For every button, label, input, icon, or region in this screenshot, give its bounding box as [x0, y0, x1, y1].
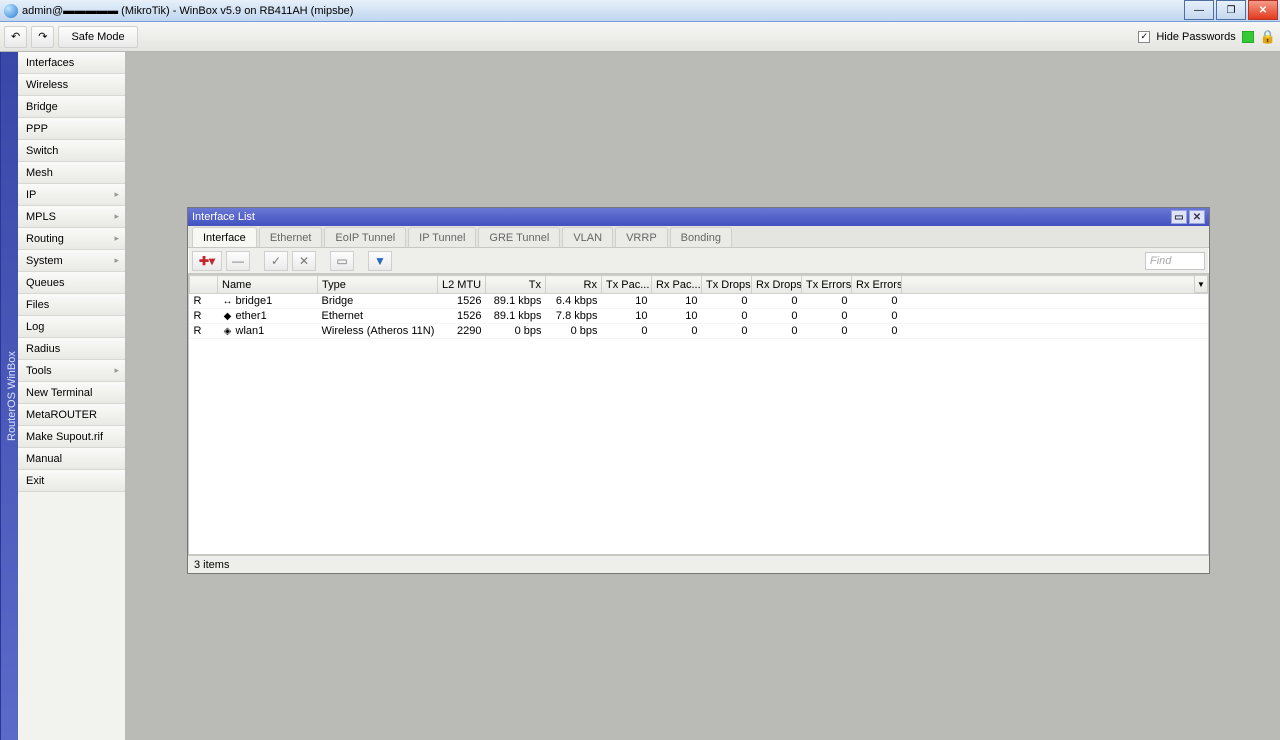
- sidebar-item-log[interactable]: Log: [18, 316, 125, 338]
- inner-window-title: Interface List: [192, 211, 255, 223]
- interface-list-window: Interface List ▭ ✕ InterfaceEthernetEoIP…: [187, 207, 1210, 574]
- sidebar-item-metarouter[interactable]: MetaROUTER: [18, 404, 125, 426]
- sidebar-item-switch[interactable]: Switch: [18, 140, 125, 162]
- column-header[interactable]: Name: [218, 276, 318, 294]
- column-header[interactable]: Tx Errors: [802, 276, 852, 294]
- column-header[interactable]: Type: [318, 276, 438, 294]
- sidebar-item-new-terminal[interactable]: New Terminal: [18, 382, 125, 404]
- sidebar-item-files[interactable]: Files: [18, 294, 125, 316]
- tab-ethernet[interactable]: Ethernet: [259, 227, 323, 247]
- lock-icon: 🔒: [1260, 29, 1276, 45]
- window-title: admin@▬▬▬▬▬ (MikroTik) - WinBox v5.9 on …: [22, 5, 353, 17]
- sidebar-item-queues[interactable]: Queues: [18, 272, 125, 294]
- status-text: 3 items: [194, 559, 229, 571]
- comment-button[interactable]: ▭: [330, 251, 354, 271]
- column-header[interactable]: Tx Pac...: [602, 276, 652, 294]
- tab-vrrp[interactable]: VRRP: [615, 227, 668, 247]
- tab-vlan[interactable]: VLAN: [562, 227, 613, 247]
- safe-mode-button[interactable]: Safe Mode: [58, 26, 137, 48]
- column-header[interactable]: Rx Drops: [752, 276, 802, 294]
- sidebar-item-system[interactable]: System▸: [18, 250, 125, 272]
- submenu-arrow-icon: ▸: [114, 365, 119, 376]
- inner-close-button[interactable]: ✕: [1189, 210, 1205, 224]
- sidebar-item-radius[interactable]: Radius: [18, 338, 125, 360]
- hide-passwords-label: Hide Passwords: [1156, 31, 1235, 43]
- table-row[interactable]: R↔bridge1Bridge152689.1 kbps6.4 kbps1010…: [190, 294, 1208, 309]
- hide-passwords-checkbox[interactable]: ✓: [1138, 31, 1150, 43]
- undo-icon: ↶: [11, 30, 20, 43]
- sidebar-item-bridge[interactable]: Bridge: [18, 96, 125, 118]
- tab-interface[interactable]: Interface: [192, 227, 257, 247]
- os-minimize-button[interactable]: —: [1184, 0, 1214, 20]
- app-toolbar: ↶ ↷ Safe Mode ✓ Hide Passwords 🔒: [0, 22, 1280, 52]
- sidebar-item-ppp[interactable]: PPP: [18, 118, 125, 140]
- columns-dropdown-button[interactable]: ▼: [1194, 275, 1208, 293]
- column-header[interactable]: L2 MTU: [438, 276, 486, 294]
- os-restore-button[interactable]: ❐: [1216, 0, 1246, 20]
- interfaces-table: NameTypeL2 MTUTxRxTx Pac...Rx Pac...Tx D…: [189, 275, 1208, 339]
- table-row[interactable]: R◆ether1Ethernet152689.1 kbps7.8 kbps101…: [190, 309, 1208, 324]
- add-button[interactable]: ✚▾: [192, 251, 222, 271]
- sidebar-item-routing[interactable]: Routing▸: [18, 228, 125, 250]
- vertical-app-label: RouterOS WinBox: [0, 52, 18, 740]
- secure-indicator-icon: [1242, 31, 1254, 43]
- submenu-arrow-icon: ▸: [114, 189, 119, 200]
- sidebar-item-wireless[interactable]: Wireless: [18, 74, 125, 96]
- find-input[interactable]: Find: [1145, 252, 1205, 270]
- sidebar: InterfacesWirelessBridgePPPSwitchMeshIP▸…: [18, 52, 126, 740]
- inner-minimize-button[interactable]: ▭: [1171, 210, 1187, 224]
- sidebar-item-mesh[interactable]: Mesh: [18, 162, 125, 184]
- interface-icon: ◆: [222, 311, 234, 322]
- app-icon: [4, 4, 18, 18]
- interface-icon: ◈: [222, 326, 234, 337]
- status-bar: 3 items: [188, 555, 1209, 573]
- tab-eoip-tunnel[interactable]: EoIP Tunnel: [324, 227, 406, 247]
- undo-button[interactable]: ↶: [4, 26, 27, 48]
- icon-toolbar: ✚▾ — ✓ ✕ ▭ ▼ Find: [188, 248, 1209, 274]
- column-header[interactable]: Rx: [546, 276, 602, 294]
- tab-bar: InterfaceEthernetEoIP TunnelIP TunnelGRE…: [188, 226, 1209, 248]
- submenu-arrow-icon: ▸: [114, 211, 119, 222]
- column-header[interactable]: Tx: [486, 276, 546, 294]
- column-header[interactable]: Rx Errors: [852, 276, 902, 294]
- column-header[interactable]: [190, 276, 218, 294]
- enable-button[interactable]: ✓: [264, 251, 288, 271]
- table-container: NameTypeL2 MTUTxRxTx Pac...Rx Pac...Tx D…: [188, 274, 1209, 555]
- column-header[interactable]: Tx Drops: [702, 276, 752, 294]
- sidebar-item-mpls[interactable]: MPLS▸: [18, 206, 125, 228]
- submenu-arrow-icon: ▸: [114, 233, 119, 244]
- sidebar-item-ip[interactable]: IP▸: [18, 184, 125, 206]
- remove-button[interactable]: —: [226, 251, 250, 271]
- redo-button[interactable]: ↷: [31, 26, 54, 48]
- tab-ip-tunnel[interactable]: IP Tunnel: [408, 227, 476, 247]
- sidebar-item-exit[interactable]: Exit: [18, 470, 125, 492]
- column-header[interactable]: Rx Pac...: [652, 276, 702, 294]
- interface-icon: ↔: [222, 296, 234, 307]
- disable-button[interactable]: ✕: [292, 251, 316, 271]
- sidebar-item-manual[interactable]: Manual: [18, 448, 125, 470]
- tab-bonding[interactable]: Bonding: [670, 227, 732, 247]
- sidebar-item-interfaces[interactable]: Interfaces: [18, 52, 125, 74]
- redo-icon: ↷: [38, 30, 47, 43]
- table-row[interactable]: R◈wlan1Wireless (Atheros 11N)22900 bps0 …: [190, 324, 1208, 339]
- filter-button[interactable]: ▼: [368, 251, 392, 271]
- submenu-arrow-icon: ▸: [114, 255, 119, 266]
- inner-window-titlebar[interactable]: Interface List ▭ ✕: [188, 208, 1209, 226]
- workspace: Interface List ▭ ✕ InterfaceEthernetEoIP…: [126, 52, 1280, 740]
- tab-gre-tunnel[interactable]: GRE Tunnel: [478, 227, 560, 247]
- os-titlebar: admin@▬▬▬▬▬ (MikroTik) - WinBox v5.9 on …: [0, 0, 1280, 22]
- sidebar-item-tools[interactable]: Tools▸: [18, 360, 125, 382]
- sidebar-item-make-supout-rif[interactable]: Make Supout.rif: [18, 426, 125, 448]
- os-close-button[interactable]: ✕: [1248, 0, 1278, 20]
